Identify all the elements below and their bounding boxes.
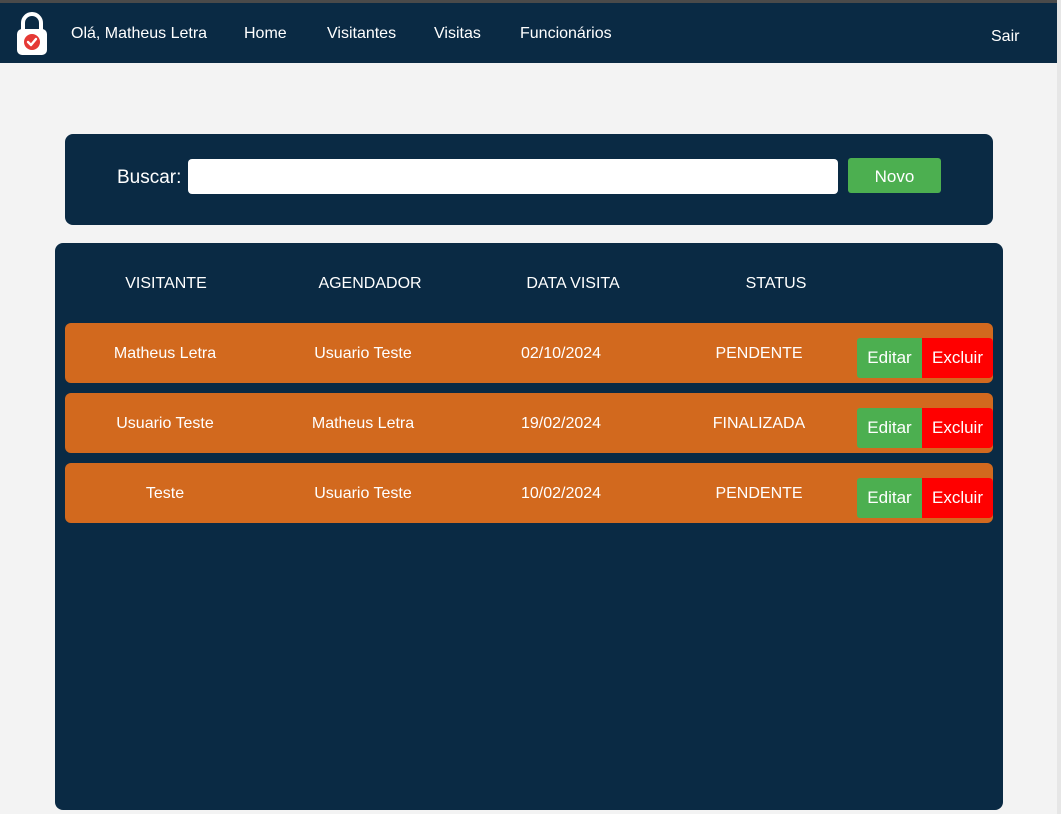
cell-status: FINALIZADA xyxy=(712,415,806,432)
column-header-status: STATUS xyxy=(745,275,807,292)
cell-status: PENDENTE xyxy=(715,485,803,502)
table-row: Matheus Letra Usuario Teste 02/10/2024 P… xyxy=(65,323,993,383)
cell-data-visita: 10/02/2024 xyxy=(520,485,602,502)
cell-data-visita: 19/02/2024 xyxy=(520,415,602,432)
column-header-visitante: VISITANTE xyxy=(125,275,207,292)
top-navbar: Olá, Matheus Letra Home Visitantes Visit… xyxy=(0,3,1057,63)
nav-link-home[interactable]: Home xyxy=(244,25,287,43)
table-row: Teste Usuario Teste 10/02/2024 PENDENTE … xyxy=(65,463,993,523)
column-header-data-visita: DATA VISITA xyxy=(526,275,620,292)
edit-button[interactable]: Editar xyxy=(857,408,922,448)
table-row: Usuario Teste Matheus Letra 19/02/2024 F… xyxy=(65,393,993,453)
search-panel: Buscar: Novo xyxy=(65,134,993,225)
cell-agendador: Matheus Letra xyxy=(311,415,415,432)
delete-button[interactable]: Excluir xyxy=(922,338,993,378)
nav-link-visitas[interactable]: Visitas xyxy=(434,25,481,43)
padlock-check-icon[interactable] xyxy=(14,11,50,57)
logout-link[interactable]: Sair xyxy=(991,28,1019,46)
cell-agendador: Usuario Teste xyxy=(314,345,412,362)
new-visit-button[interactable]: Novo xyxy=(848,158,941,193)
visits-table: VISITANTE AGENDADOR DATA VISITA STATUS M… xyxy=(55,243,1003,810)
nav-link-funcionarios[interactable]: Funcionários xyxy=(520,25,612,43)
nav-link-visitantes[interactable]: Visitantes xyxy=(327,25,396,43)
table-body: Matheus Letra Usuario Teste 02/10/2024 P… xyxy=(65,323,993,533)
column-header-agendador: AGENDADOR xyxy=(318,275,422,292)
cell-data-visita: 02/10/2024 xyxy=(520,345,602,362)
cell-visitante: Teste xyxy=(145,485,185,502)
edit-button[interactable]: Editar xyxy=(857,478,922,518)
cell-status: PENDENTE xyxy=(715,345,803,362)
search-input[interactable] xyxy=(188,159,838,194)
cell-visitante: Usuario Teste xyxy=(116,415,214,432)
search-label: Buscar: xyxy=(117,167,182,188)
user-greeting: Olá, Matheus Letra xyxy=(71,25,208,42)
window-scrollbar-track xyxy=(1057,0,1061,814)
edit-button[interactable]: Editar xyxy=(857,338,922,378)
delete-button[interactable]: Excluir xyxy=(922,408,993,448)
delete-button[interactable]: Excluir xyxy=(922,478,993,518)
cell-agendador: Usuario Teste xyxy=(314,485,412,502)
cell-visitante: Matheus Letra xyxy=(113,345,217,362)
